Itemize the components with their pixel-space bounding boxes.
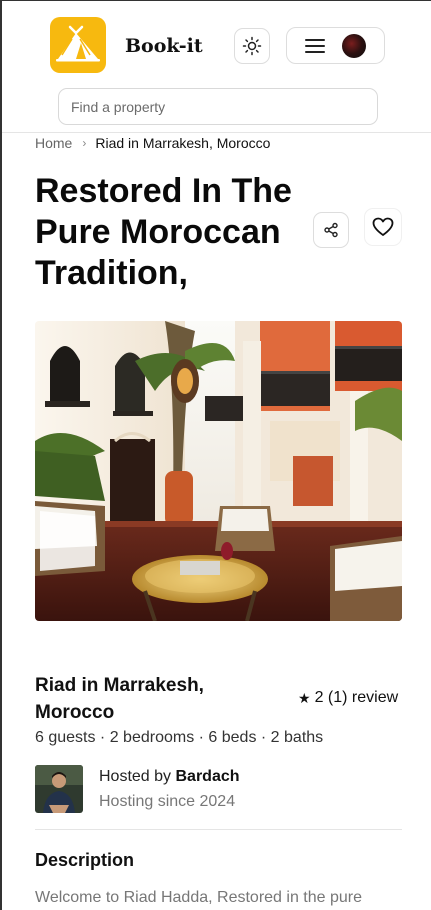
share-icon [324, 222, 338, 238]
page-title: Restored In The Pure Moroccan Tradition, [35, 172, 292, 292]
host-name-line: Hosted by Bardach [99, 768, 240, 786]
host-avatar[interactable] [35, 765, 83, 813]
sun-icon [242, 36, 262, 56]
chevron-right-icon: › [82, 136, 87, 150]
hamburger-icon [305, 39, 325, 53]
heart-icon [372, 217, 394, 236]
tent-icon [56, 25, 100, 62]
top-header: Book-it [2, 1, 431, 133]
brand-name[interactable]: Book-it [125, 35, 203, 57]
host-since: Hosting since 2024 [99, 793, 236, 810]
favorite-button[interactable] [364, 208, 402, 246]
description-heading: Description [35, 850, 135, 870]
description-text: Welcome to Riad Hadda, Restored in the p… [35, 889, 362, 906]
breadcrumb-home-link[interactable]: Home [35, 135, 72, 151]
breadcrumb-current: Riad in Marrakesh, Morocco [95, 135, 271, 151]
share-button[interactable] [313, 212, 349, 248]
theme-toggle-button[interactable] [234, 28, 270, 64]
user-avatar [342, 34, 366, 58]
brand-logo[interactable] [50, 17, 106, 73]
star-icon: ★ [298, 689, 311, 706]
user-menu-button[interactable] [286, 27, 385, 64]
app-frame: Book-it Home › Riad in Marra [0, 0, 431, 910]
search-input[interactable] [58, 88, 378, 125]
property-name: Riad in Marrakesh, Morocco [35, 675, 204, 723]
host-name[interactable]: Bardach [175, 768, 239, 785]
section-divider [35, 829, 402, 830]
property-specs: 6 guests · 2 bedrooms · 6 beds · 2 baths [35, 729, 324, 746]
breadcrumb: Home › Riad in Marrakesh, Morocco [35, 135, 270, 151]
property-hero-image[interactable] [35, 321, 402, 621]
rating-summary[interactable]: ★ 2 (1) review [298, 689, 398, 707]
host-prefix: Hosted by [99, 768, 176, 785]
rating-text: 2 (1) review [314, 689, 399, 706]
